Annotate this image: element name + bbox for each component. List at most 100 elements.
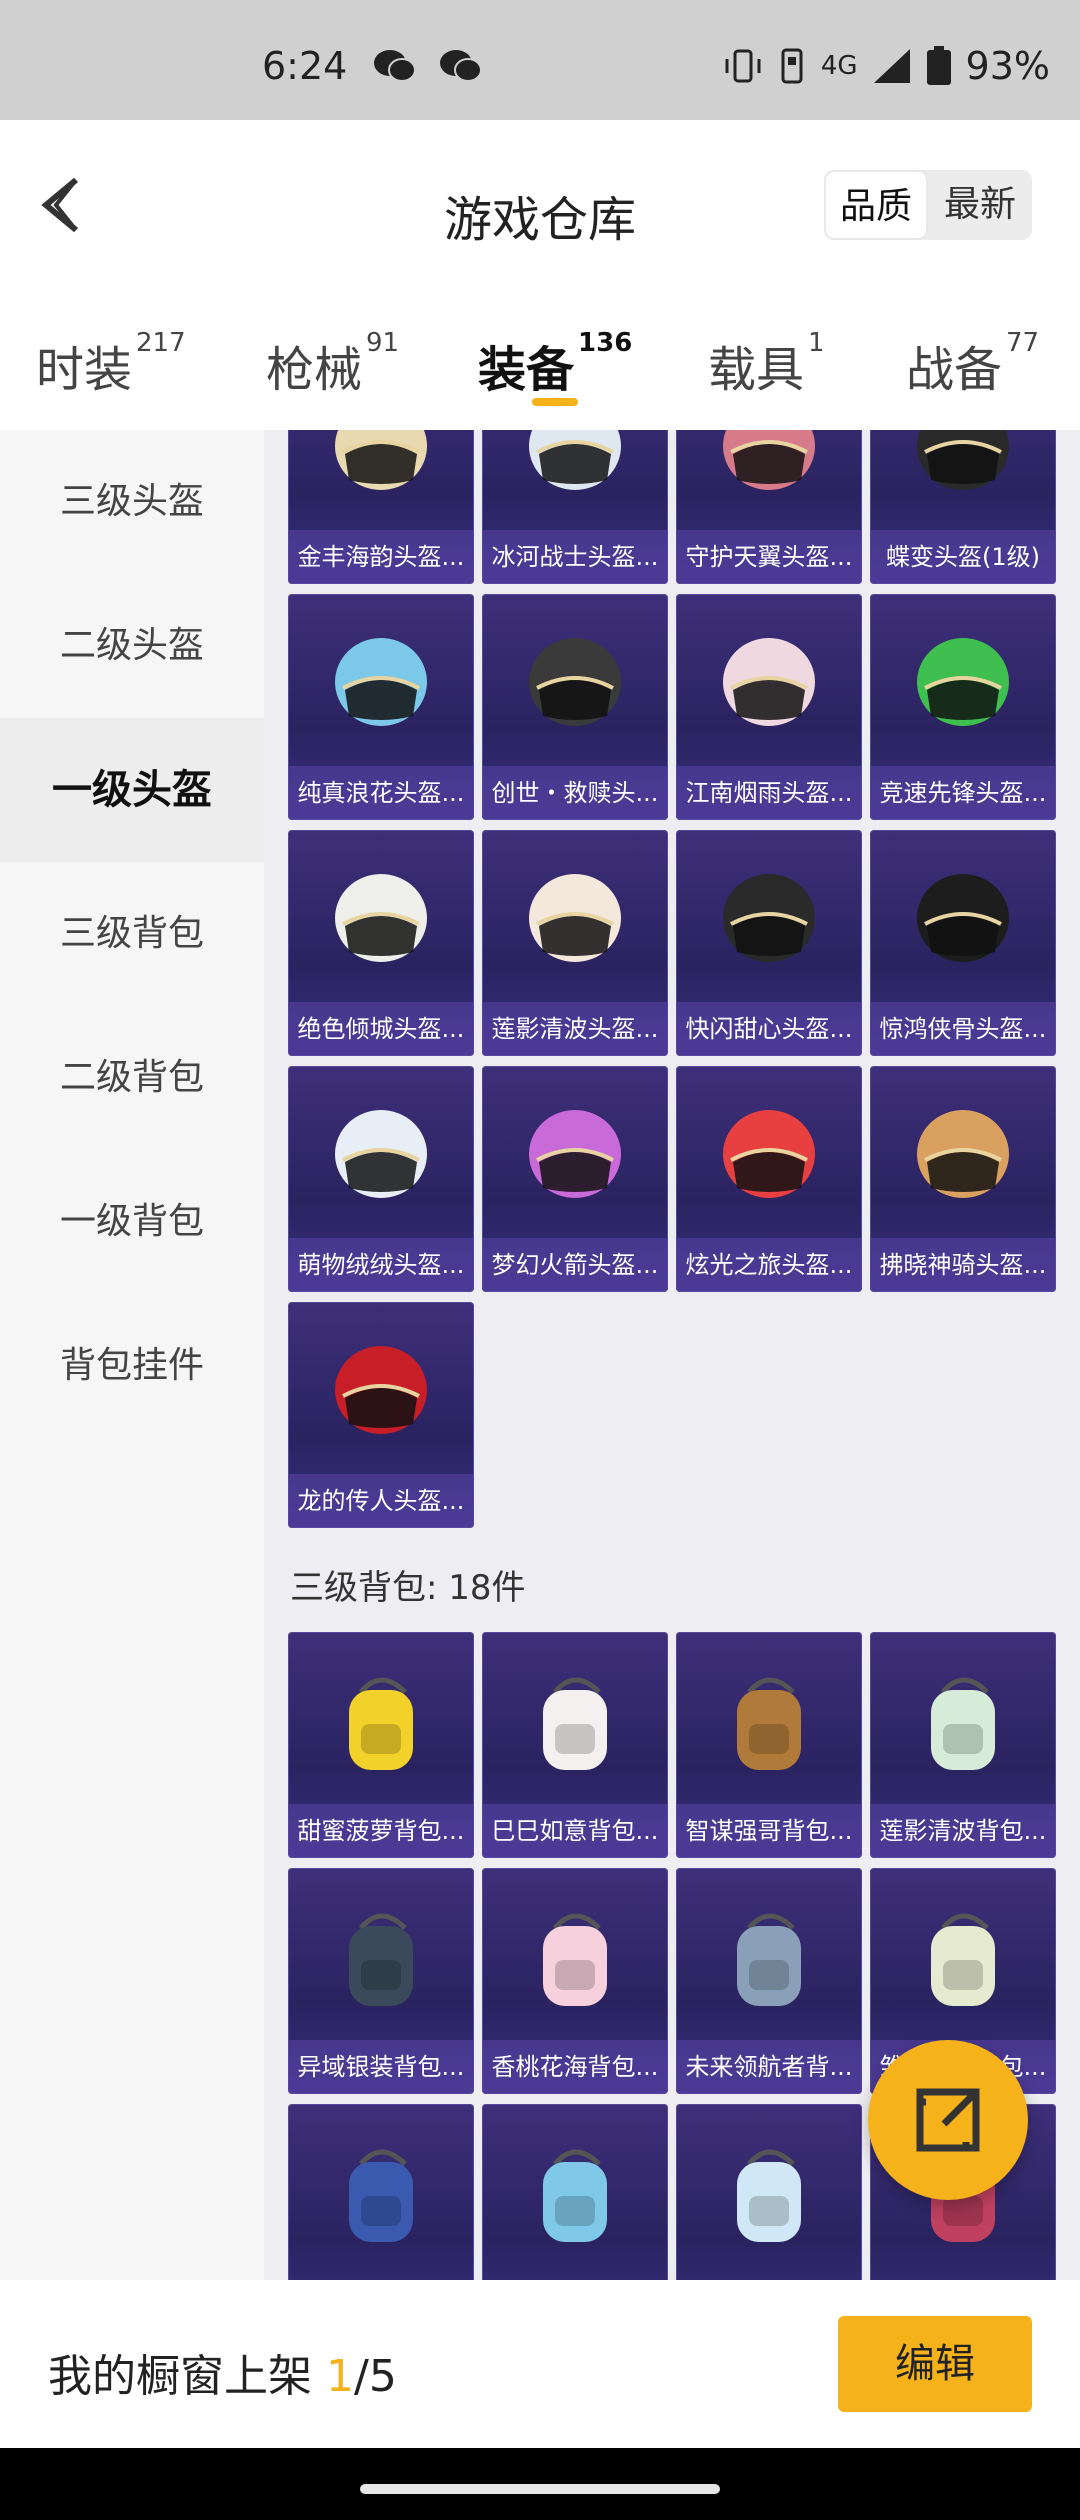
tab-equipment[interactable]: 装备 136 bbox=[478, 328, 632, 400]
backpack-name: 甜蜜菠萝背包... bbox=[288, 1804, 474, 1858]
sort-newest-option[interactable]: 最新 bbox=[928, 170, 1032, 240]
helmet-name: 冰河战士头盔... bbox=[482, 530, 668, 584]
helmet-icon bbox=[917, 430, 1009, 490]
helmet-name: 守护天翼头盔... bbox=[676, 530, 862, 584]
helmet-card[interactable]: 守护天翼头盔... bbox=[676, 430, 862, 584]
sidebar-item-level3-helmet[interactable]: 三级头盔 bbox=[0, 430, 264, 574]
backpack-card[interactable]: 未来领航者背... bbox=[676, 1868, 862, 2094]
helmet-card[interactable]: 创世・救赎头... bbox=[482, 594, 668, 820]
backpack-icon bbox=[349, 1677, 413, 1770]
vibrate-icon bbox=[725, 49, 761, 83]
signal-icon bbox=[873, 49, 910, 83]
helmet-card[interactable]: 绝色倾城头盔... bbox=[288, 830, 474, 1056]
helmet-icon bbox=[335, 430, 427, 490]
tab-combat-gear[interactable]: 战备 77 bbox=[906, 328, 1039, 400]
wechat-icon bbox=[374, 50, 416, 82]
helmet-card[interactable]: 快闪甜心头盔... bbox=[676, 830, 862, 1056]
helmet-name: 快闪甜心头盔... bbox=[676, 1002, 862, 1056]
backpack-icon bbox=[349, 1913, 413, 2006]
backpack-icon bbox=[737, 1913, 801, 2006]
helmet-name: 炫光之旅头盔... bbox=[676, 1238, 862, 1292]
backpack-name: 异域银装背包... bbox=[288, 2040, 474, 2094]
helmet-name: 江南烟雨头盔... bbox=[676, 766, 862, 820]
sidebar-item-level3-backpack[interactable]: 三级背包 bbox=[0, 862, 264, 1006]
helmet-card[interactable]: 梦幻火箭头盔... bbox=[482, 1066, 668, 1292]
helmet-card[interactable]: 冰河战士头盔... bbox=[482, 430, 668, 584]
helmet-icon bbox=[529, 430, 621, 490]
helmet-card[interactable]: 竞速先锋头盔... bbox=[870, 594, 1056, 820]
sidebar-item-level2-helmet[interactable]: 二级头盔 bbox=[0, 574, 264, 718]
network-type: 4G bbox=[820, 51, 858, 81]
wechat-icon bbox=[440, 50, 482, 82]
backpack-card[interactable]: 巳巳如意背包... bbox=[482, 1632, 668, 1858]
backpack-name: 智谋强哥背包... bbox=[676, 1804, 862, 1858]
helmet-icon bbox=[335, 1346, 427, 1434]
system-nav-bar bbox=[0, 2448, 1080, 2520]
tab-vehicles[interactable]: 载具 1 bbox=[708, 328, 825, 400]
helmet-icon bbox=[529, 874, 621, 962]
home-indicator[interactable] bbox=[360, 2484, 720, 2494]
showcase-count: 我的橱窗上架 1/5 bbox=[48, 2351, 397, 2402]
helmet-icon bbox=[723, 430, 815, 490]
backpack-section-title: 三级背包: 18件 bbox=[290, 1568, 526, 1608]
sidebar-item-level2-backpack[interactable]: 二级背包 bbox=[0, 1006, 264, 1150]
helmet-icon bbox=[723, 874, 815, 962]
backpack-card[interactable] bbox=[482, 2104, 668, 2280]
battery-icon bbox=[926, 46, 951, 85]
share-button[interactable] bbox=[868, 2040, 1028, 2200]
helmet-card[interactable]: 莲影清波头盔... bbox=[482, 830, 668, 1056]
helmet-icon bbox=[723, 1110, 815, 1198]
helmet-icon bbox=[723, 638, 815, 726]
sort-quality-option[interactable]: 品质 bbox=[824, 170, 928, 240]
helmet-name: 拂晓神骑头盔... bbox=[870, 1238, 1056, 1292]
helmet-icon bbox=[917, 1110, 1009, 1198]
battery-percent: 93% bbox=[965, 44, 1050, 88]
backpack-card[interactable]: 异域银装背包... bbox=[288, 1868, 474, 2094]
helmet-card[interactable]: 金丰海韵头盔... bbox=[288, 430, 474, 584]
helmet-name: 绝色倾城头盔... bbox=[288, 1002, 474, 1056]
sort-toggle[interactable]: 品质 最新 bbox=[824, 170, 1032, 240]
helmet-card[interactable]: 江南烟雨头盔... bbox=[676, 594, 862, 820]
helmet-card[interactable]: 萌物绒绒头盔... bbox=[288, 1066, 474, 1292]
helmet-icon bbox=[529, 638, 621, 726]
helmet-card[interactable]: 拂晓神骑头盔... bbox=[870, 1066, 1056, 1292]
backpack-card[interactable]: 莲影清波背包... bbox=[870, 1632, 1056, 1858]
helmet-name: 梦幻火箭头盔... bbox=[482, 1238, 668, 1292]
tab-fashion[interactable]: 时装 217 bbox=[36, 328, 186, 400]
backpack-card[interactable]: 智谋强哥背包... bbox=[676, 1632, 862, 1858]
backpack-icon bbox=[737, 2149, 801, 2242]
sidebar-item-level1-helmet[interactable]: 一级头盔 bbox=[0, 718, 264, 862]
backpack-card[interactable] bbox=[676, 2104, 862, 2280]
helmet-name: 莲影清波头盔... bbox=[482, 1002, 668, 1056]
helmet-card[interactable]: 炫光之旅头盔... bbox=[676, 1066, 862, 1292]
helmet-card[interactable]: 惊鸿侠骨头盔... bbox=[870, 830, 1056, 1056]
bottom-bar: 我的橱窗上架 1/5 编辑 bbox=[0, 2280, 1080, 2448]
helmet-name: 蝶变头盔(1级) bbox=[870, 530, 1056, 584]
sidebar-item-level1-backpack[interactable]: 一级背包 bbox=[0, 1150, 264, 1294]
backpack-card[interactable]: 香桃花海背包... bbox=[482, 1868, 668, 2094]
backpack-icon bbox=[543, 1913, 607, 2006]
sidebar-item-backpack-charm[interactable]: 背包挂件 bbox=[0, 1294, 264, 1438]
helmet-icon bbox=[335, 638, 427, 726]
helmet-icon bbox=[335, 1110, 427, 1198]
status-bar: 6:24 4G 93% bbox=[0, 0, 1080, 120]
backpack-card[interactable]: 甜蜜菠萝背包... bbox=[288, 1632, 474, 1858]
backpack-card[interactable] bbox=[288, 2104, 474, 2280]
backpack-icon bbox=[931, 1677, 995, 1770]
backpack-icon bbox=[737, 1677, 801, 1770]
backpack-name: 未来领航者背... bbox=[676, 2040, 862, 2094]
backpack-icon bbox=[931, 1913, 995, 2006]
active-tab-indicator bbox=[532, 398, 578, 406]
category-tabs: 时装 217 枪械 91 装备 136 载具 1 战备 77 bbox=[0, 290, 1080, 430]
data-saver-icon bbox=[781, 48, 803, 84]
app-header: 游戏仓库 品质 最新 bbox=[0, 120, 1080, 290]
helmet-card[interactable]: 龙的传人头盔... bbox=[288, 1302, 474, 1528]
helmet-name: 龙的传人头盔... bbox=[288, 1474, 474, 1528]
edit-button[interactable]: 编辑 bbox=[838, 2316, 1032, 2412]
tab-guns[interactable]: 枪械 91 bbox=[266, 328, 399, 400]
helmet-icon bbox=[335, 874, 427, 962]
category-sidebar: 三级头盔 二级头盔 一级头盔 三级背包 二级背包 一级背包 背包挂件 bbox=[0, 430, 264, 2280]
backpack-name: 香桃花海背包... bbox=[482, 2040, 668, 2094]
helmet-card[interactable]: 蝶变头盔(1级) bbox=[870, 430, 1056, 584]
helmet-card[interactable]: 纯真浪花头盔... bbox=[288, 594, 474, 820]
